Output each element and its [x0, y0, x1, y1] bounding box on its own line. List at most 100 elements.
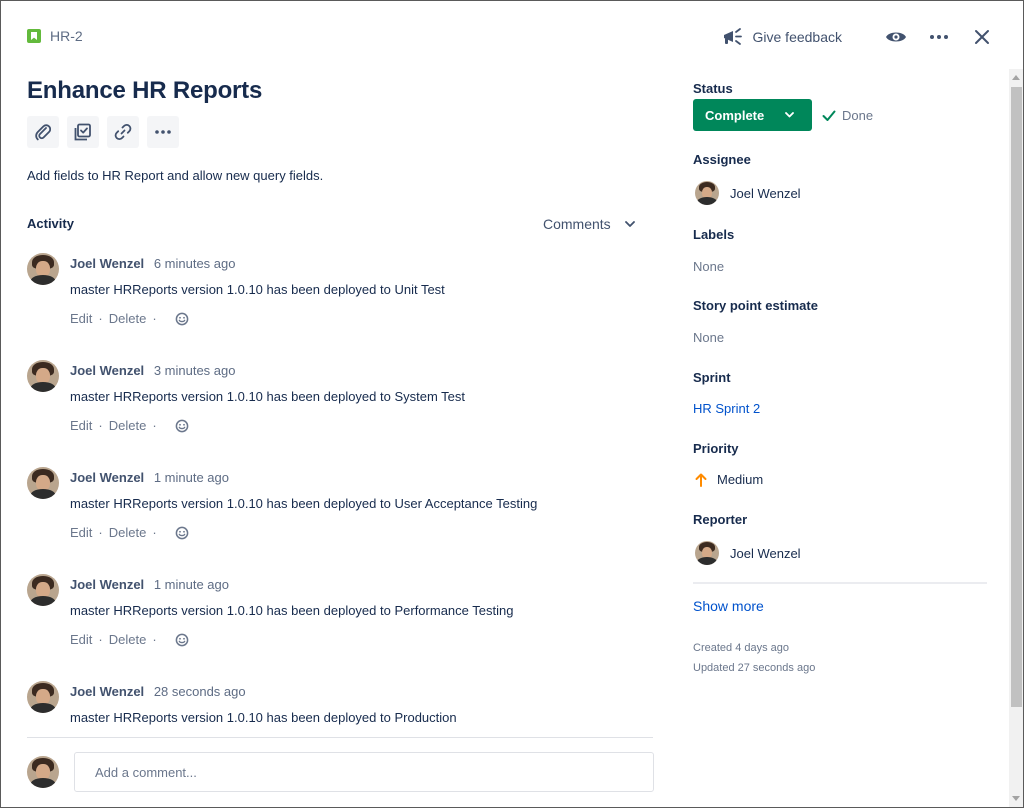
add-reaction-button[interactable] — [175, 526, 189, 540]
quick-actions — [27, 116, 179, 148]
separator: · — [98, 525, 103, 540]
activity-author[interactable]: Joel Wenzel — [70, 363, 144, 378]
chevron-down-icon — [785, 112, 794, 118]
edit-comment-button[interactable]: Edit — [70, 311, 92, 326]
labels-label: Labels — [693, 227, 735, 242]
avatar — [695, 541, 719, 565]
link-issue-button[interactable] — [107, 116, 139, 148]
separator: · — [152, 418, 157, 433]
activity-actions: Edit · Delete · — [70, 418, 189, 433]
reporter-field[interactable]: Joel Wenzel — [695, 541, 801, 565]
activity-author[interactable]: Joel Wenzel — [70, 577, 144, 592]
avatar[interactable] — [27, 467, 59, 499]
assignee-field[interactable]: Joel Wenzel — [695, 181, 801, 205]
issue-title[interactable]: Enhance HR Reports — [27, 77, 262, 105]
checklist-icon — [74, 123, 91, 141]
current-user-avatar — [27, 756, 59, 788]
activity-filter-label: Comments — [543, 216, 611, 232]
story-points-value[interactable]: None — [693, 330, 724, 345]
priority-label: Priority — [693, 441, 739, 456]
activity-item: Joel Wenzel 1 minute ago master HRReport… — [27, 465, 653, 572]
more-icon — [930, 35, 948, 39]
activity-body: master HRReports version 1.0.10 has been… — [70, 389, 466, 404]
edit-comment-button[interactable]: Edit — [70, 418, 92, 433]
issue-description[interactable]: Add fields to HR Report and allow new qu… — [27, 168, 323, 183]
more-quick-actions-button[interactable] — [147, 116, 179, 148]
status-dropdown-button[interactable]: Complete — [693, 99, 812, 131]
activity-header: Joel Wenzel 28 seconds ago — [70, 684, 246, 699]
give-feedback-button[interactable]: Give feedback — [722, 27, 843, 47]
activity-header: Joel Wenzel 1 minute ago — [70, 470, 229, 485]
avatar[interactable] — [27, 253, 59, 285]
link-icon — [114, 123, 132, 141]
resolution: Done — [822, 108, 873, 123]
assignee-name: Joel Wenzel — [730, 185, 801, 201]
add-reaction-button[interactable] — [175, 419, 189, 433]
separator: · — [152, 311, 157, 326]
smiley-icon — [175, 526, 189, 539]
attach-button[interactable] — [27, 116, 59, 148]
priority-value: Medium — [717, 472, 764, 487]
issue-dialog: HR-2 Give feedback Enhance HR Reports Ad… — [0, 0, 1024, 808]
comment-divider — [27, 737, 653, 738]
separator: · — [98, 632, 103, 647]
sprint-link[interactable]: HR Sprint 2 — [693, 401, 760, 416]
show-more-link[interactable]: Show more — [693, 598, 764, 614]
reporter-label: Reporter — [693, 512, 748, 527]
story-icon — [27, 29, 41, 43]
delete-comment-button[interactable]: Delete — [109, 525, 147, 540]
activity-author[interactable]: Joel Wenzel — [70, 684, 144, 699]
avatar[interactable] — [27, 574, 59, 606]
reporter-name: Joel Wenzel — [730, 545, 801, 561]
add-comment-input[interactable] — [74, 752, 654, 792]
more-icon — [155, 130, 171, 134]
activity-header: Joel Wenzel 3 minutes ago — [70, 363, 235, 378]
paperclip-icon — [35, 124, 51, 141]
separator: · — [98, 418, 103, 433]
add-reaction-button[interactable] — [175, 312, 189, 326]
sidebar-divider — [693, 582, 987, 584]
more-actions-button[interactable] — [924, 23, 954, 51]
add-reaction-button[interactable] — [175, 633, 189, 647]
delete-comment-button[interactable]: Delete — [109, 311, 147, 326]
scroll-down-arrow[interactable] — [1012, 796, 1020, 801]
story-points-label: Story point estimate — [693, 298, 818, 313]
activity-author[interactable]: Joel Wenzel — [70, 470, 144, 485]
activity-header: Joel Wenzel 1 minute ago — [70, 577, 229, 592]
resolution-value: Done — [842, 108, 874, 123]
smiley-icon — [175, 633, 189, 646]
activity-filter-dropdown[interactable]: Comments — [543, 216, 635, 232]
scrollbar-thumb[interactable] — [1011, 87, 1022, 707]
activity-heading: Activity — [27, 216, 74, 231]
avatar[interactable] — [27, 681, 59, 713]
give-feedback-label: Give feedback — [752, 29, 843, 45]
add-child-issue-button[interactable] — [67, 116, 99, 148]
scroll-up-arrow[interactable] — [1012, 75, 1020, 80]
issue-key[interactable]: HR-2 — [50, 28, 83, 44]
arrow-up-icon — [695, 473, 707, 487]
watch-button[interactable] — [881, 23, 911, 51]
issue-key-breadcrumb[interactable]: HR-2 — [27, 28, 83, 44]
updated-date: Updated 27 seconds ago — [693, 662, 816, 674]
separator: · — [152, 525, 157, 540]
activity-author[interactable]: Joel Wenzel — [70, 256, 144, 271]
edit-comment-button[interactable]: Edit — [70, 525, 92, 540]
activity-header: Joel Wenzel 6 minutes ago — [70, 256, 235, 271]
smiley-icon — [175, 312, 189, 325]
avatar[interactable] — [27, 360, 59, 392]
check-icon — [822, 110, 836, 121]
close-button[interactable] — [967, 23, 997, 51]
smiley-icon — [175, 419, 189, 432]
separator: · — [98, 311, 103, 326]
delete-comment-button[interactable]: Delete — [109, 418, 147, 433]
assignee-label: Assignee — [693, 152, 751, 167]
activity-item: Joel Wenzel 1 minute ago master HRReport… — [27, 572, 653, 679]
status-label: Status — [693, 81, 733, 96]
edit-comment-button[interactable]: Edit — [70, 632, 92, 647]
activity-actions: Edit · Delete · — [70, 525, 189, 540]
priority-field[interactable]: Medium — [695, 472, 763, 487]
avatar — [695, 181, 719, 205]
eye-icon — [886, 32, 906, 42]
labels-value[interactable]: None — [693, 259, 724, 274]
delete-comment-button[interactable]: Delete — [109, 632, 147, 647]
